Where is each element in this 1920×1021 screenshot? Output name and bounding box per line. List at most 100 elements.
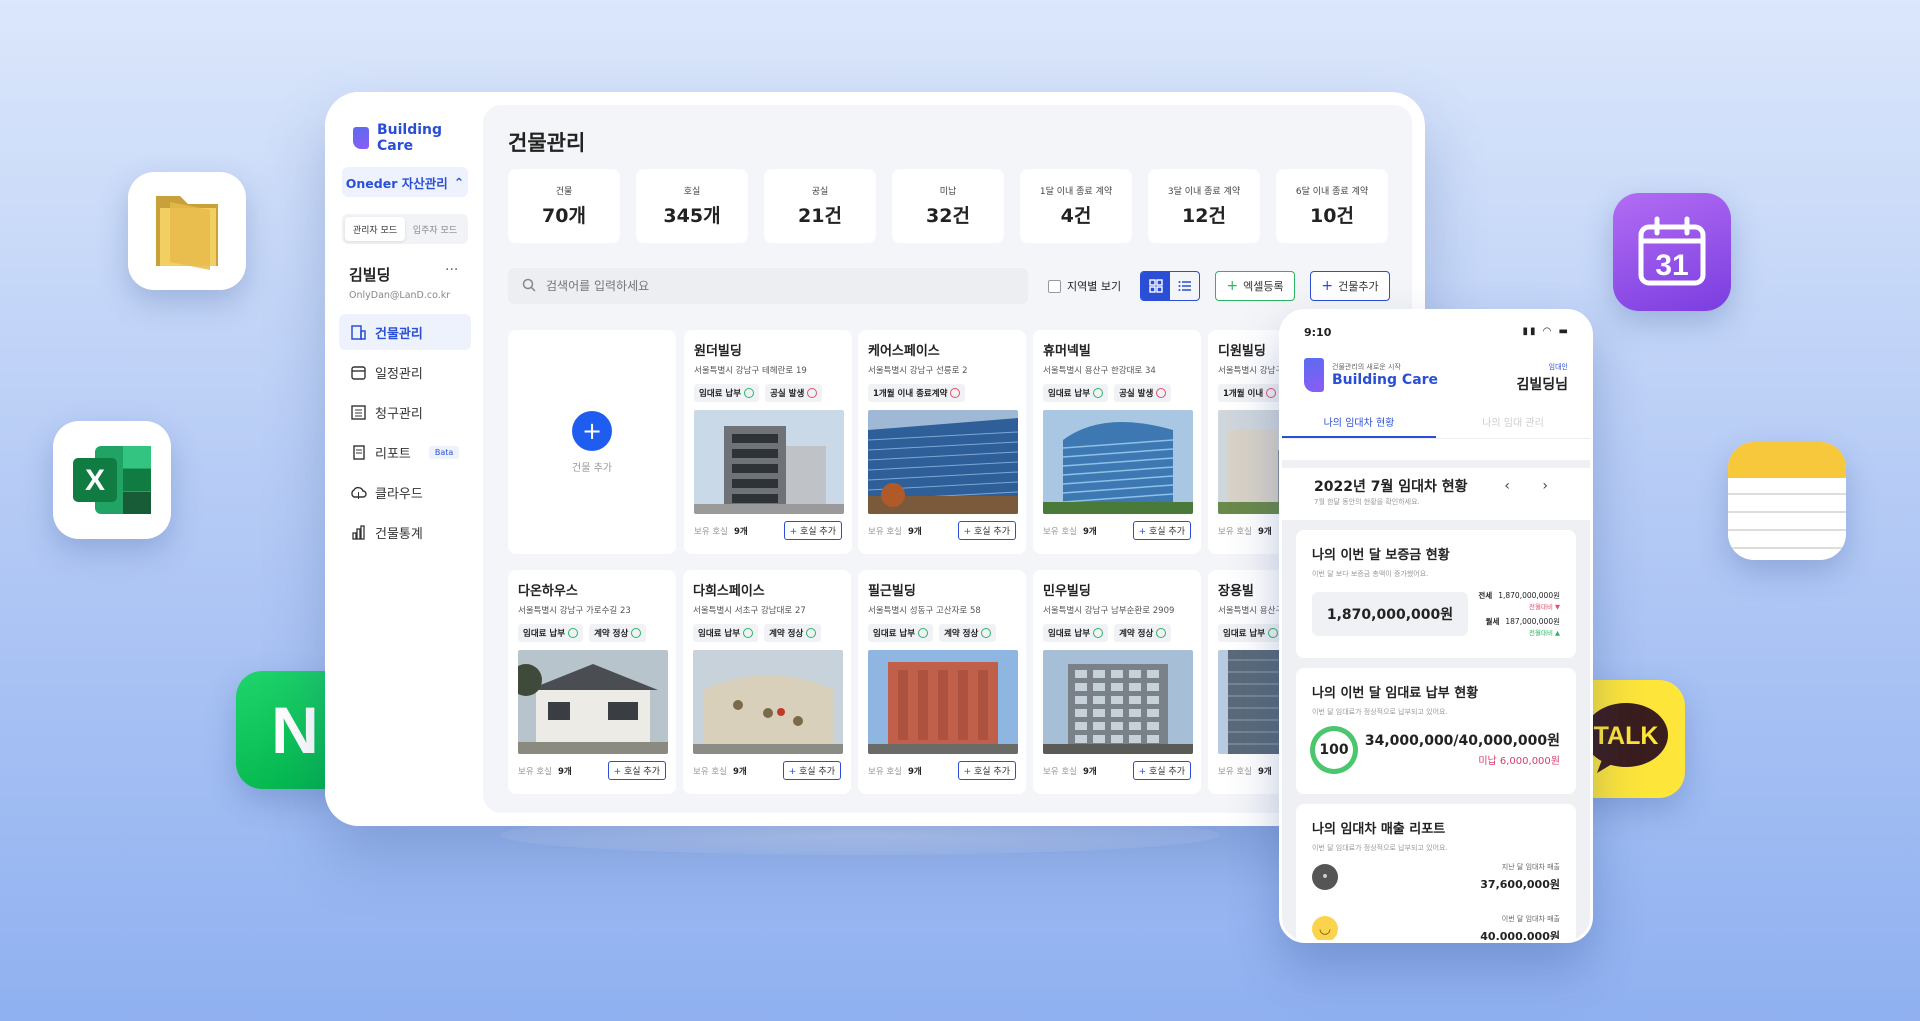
sidebar-item-stats[interactable]: 건물통계 — [339, 514, 471, 550]
stat-label: 3달 이내 종료 계약 — [1167, 187, 1241, 197]
status-tag: 임대료 납부 — [1043, 384, 1109, 402]
status-tags: 임대료 납부 공실 발생 — [694, 384, 842, 402]
units-count: 보유 호실 9개 — [868, 525, 922, 537]
add-unit-label: 호실 추가 — [800, 527, 836, 537]
status-tag-label: 공실 발생 — [770, 389, 805, 399]
building-name: 케어스페이스 — [868, 344, 940, 359]
building-card[interactable]: 휴머넥빌 서울특별시 용산구 한강대로 34 임대료 납부 공실 발생 보유 호… — [1033, 330, 1201, 554]
units-value: 9개 — [1257, 526, 1272, 537]
region-filter-checkbox[interactable]: 지역별 보기 — [1048, 278, 1121, 294]
bar-chart-icon — [349, 524, 367, 540]
status-tag-label: 임대료 납부 — [1048, 389, 1091, 399]
excel-app-icon[interactable]: X — [53, 421, 171, 539]
stat-card[interactable]: 미납 32건 — [892, 169, 1004, 243]
stat-card[interactable]: 1달 이내 종료 계약 4건 — [1020, 169, 1132, 243]
user-email: OnlyDan@LanD.co.kr — [349, 290, 451, 301]
building-card[interactable]: 민우빌딩 서울특별시 강남구 남부순환로 2909 임대료 납부 계약 정상 보… — [1033, 570, 1201, 794]
period-subtitle: 7월 한달 동안의 현황을 확인하세요. — [1314, 498, 1420, 506]
building-address: 서울특별시 서초구 강남대로 27 — [693, 606, 806, 616]
phone-logo-tagline: 건물관리의 새로운 시작 — [1332, 363, 1401, 371]
admin-mode-tab[interactable]: 관리자 모드 — [345, 217, 405, 241]
add-unit-button[interactable]: + 호실 추가 — [957, 521, 1016, 540]
stat-value: 345개 — [663, 205, 721, 227]
tab-lease-status[interactable]: 나의 임대차 현황 — [1282, 414, 1436, 438]
folder-app-icon[interactable] — [128, 172, 246, 290]
frown-icon — [1156, 388, 1167, 398]
building-card[interactable]: 케어스페이스 서울특별시 강남구 선릉로 2 1개월 이내 종료계약 보유 호실… — [858, 330, 1026, 554]
building-card[interactable]: 필근빌딩 서울특별시 성동구 고산자로 58 임대료 납부 계약 정상 보유 호… — [858, 570, 1026, 794]
building-card[interactable]: 다온하우스 서울특별시 강남구 가로수길 23 임대료 납부 계약 정상 보유 … — [508, 570, 676, 794]
units-label: 보유 호실 — [1218, 526, 1252, 537]
status-tag-label: 임대료 납부 — [523, 629, 566, 639]
card-footer: 보유 호실 9개 + 호실 추가 — [694, 521, 842, 540]
stat-label: 공실 — [811, 187, 829, 197]
stat-card[interactable]: 3달 이내 종료 계약 12건 — [1148, 169, 1260, 243]
sidebar-item-label: 건물통계 — [375, 526, 423, 542]
region-filter-label: 지역별 보기 — [1067, 280, 1122, 293]
search-input[interactable] — [546, 279, 986, 293]
smile-icon — [918, 628, 929, 638]
building-name: 휴머넥빌 — [1043, 344, 1091, 359]
mode-toggle: 관리자 모드 입주자 모드 — [342, 214, 468, 244]
smile-face-icon: ◡ — [1312, 916, 1338, 940]
phone-header: 9:10 ▮▮ ◠ ▬ 건물관리의 새로운 시작 Building Care 임… — [1282, 312, 1590, 460]
stat-value: 4건 — [1060, 205, 1092, 227]
user-name: 김빌딩 — [349, 266, 391, 284]
plus-icon: + — [1321, 278, 1334, 294]
status-tag-label: 1개월 이내 종료계약 — [873, 389, 948, 399]
add-building-card[interactable]: + 건물 추가 — [508, 330, 676, 554]
tenant-mode-tab[interactable]: 입주자 모드 — [405, 217, 465, 241]
search-icon — [522, 277, 536, 296]
search-bar[interactable] — [508, 268, 1028, 304]
list-view-icon[interactable] — [1170, 272, 1199, 300]
tab-lease-management[interactable]: 나의 임대 관리 — [1436, 414, 1590, 438]
plus-icon: + — [788, 767, 797, 777]
status-tag-label: 1개월 이내 — [1223, 389, 1264, 399]
status-tag-label: 공실 발생 — [1119, 389, 1154, 399]
plus-icon: + — [963, 767, 972, 777]
more-menu-button[interactable]: ··· — [445, 262, 458, 278]
stat-card[interactable]: 호실 345개 — [636, 169, 748, 243]
status-tag: 1개월 이내 — [1218, 384, 1282, 402]
stat-card[interactable]: 공실 21건 — [764, 169, 876, 243]
period-nav-arrows[interactable]: ‹ › — [1504, 478, 1562, 494]
sidebar-item-report[interactable]: 리포트 Bata — [339, 434, 471, 470]
sidebar-item-billing[interactable]: 청구관리 — [339, 394, 471, 430]
building-card[interactable]: 다희스페이스 서울특별시 서초구 강남대로 27 임대료 납부 계약 정상 보유… — [683, 570, 851, 794]
phone-tabs: 나의 임대차 현황 나의 임대 관리 — [1282, 414, 1590, 439]
calendar-app-icon[interactable]: 31 — [1613, 193, 1731, 311]
add-unit-button[interactable]: + 호실 추가 — [782, 761, 841, 780]
stat-label: 호실 — [683, 187, 701, 197]
add-unit-button[interactable]: + 호실 추가 — [607, 761, 666, 780]
this-month-value: 40,000,000원 — [1480, 930, 1560, 943]
add-unit-button[interactable]: + 호실 추가 — [957, 761, 1016, 780]
smile-icon — [631, 628, 642, 638]
stat-card[interactable]: 6달 이내 종료 계약 10건 — [1276, 169, 1388, 243]
stat-card[interactable]: 건물 70개 — [508, 169, 620, 243]
grid-view-icon[interactable] — [1141, 272, 1170, 300]
building-card[interactable]: 원더빌딩 서울특별시 강남구 테헤란로 19 임대료 납부 공실 발생 보유 호… — [684, 330, 852, 554]
stat-label: 미납 — [939, 187, 957, 197]
add-unit-button[interactable]: + 호실 추가 — [1132, 521, 1191, 540]
units-value: 9개 — [1257, 766, 1272, 777]
building-name: 다희스페이스 — [693, 584, 765, 599]
notes-app-icon[interactable] — [1728, 442, 1846, 560]
units-count: 보유 호실 9개 — [1043, 765, 1097, 777]
add-building-card-label: 건물 추가 — [572, 462, 612, 474]
sidebar: Building Care Oneder 자산관리 ⌃ 관리자 모드 입주자 모… — [325, 92, 483, 826]
add-unit-button[interactable]: + 호실 추가 — [1132, 761, 1191, 780]
status-tag: 임대료 납부 — [1043, 624, 1109, 642]
status-tag-label: 임대료 납부 — [1223, 629, 1266, 639]
asset-selector[interactable]: Oneder 자산관리 ⌃ — [342, 167, 468, 197]
sidebar-item-schedule[interactable]: 일정관리 — [339, 354, 471, 390]
sidebar-item-cloud[interactable]: 클라우드 — [339, 474, 471, 510]
add-building-button[interactable]: + 건물추가 — [1310, 271, 1390, 301]
add-unit-button[interactable]: + 호실 추가 — [783, 521, 842, 540]
brand-logo[interactable]: Building Care — [353, 122, 483, 154]
excel-upload-button[interactable]: + 엑셀등록 — [1215, 271, 1295, 301]
plus-icon: + — [1226, 278, 1239, 294]
asset-selector-label: Oneder 자산관리 — [345, 175, 448, 191]
plus-icon: + — [1138, 527, 1147, 537]
rent-subtitle: 이번 달 임대료가 정상적으로 납부되고 있어요. — [1312, 708, 1448, 716]
sidebar-item-building[interactable]: 건물관리 — [339, 314, 471, 350]
